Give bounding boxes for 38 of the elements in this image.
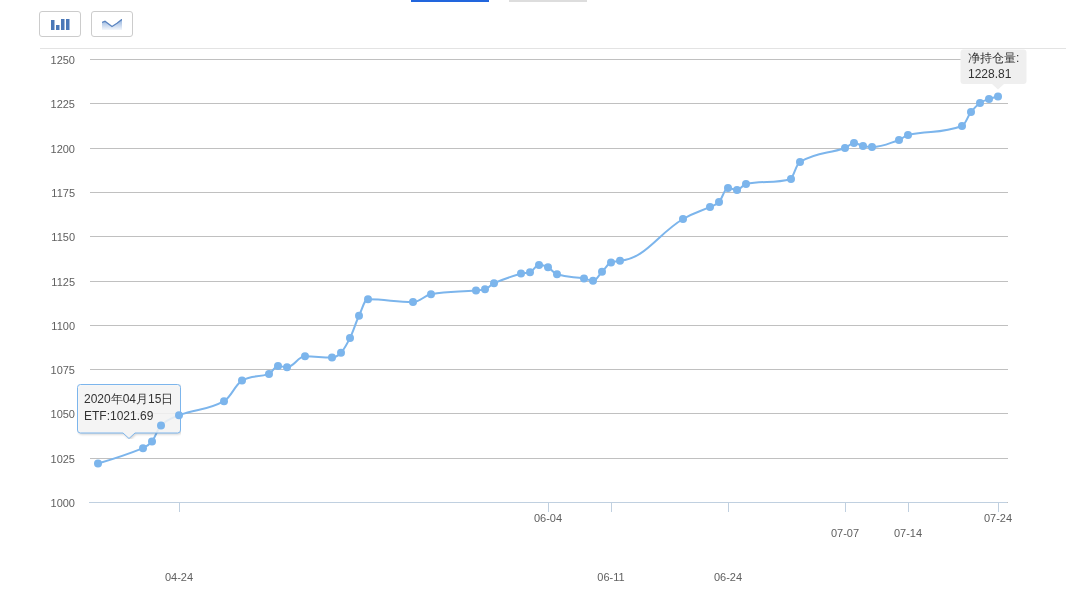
y-axis-label: 1225 bbox=[50, 97, 75, 110]
x-axis-label: 06-11 bbox=[597, 571, 625, 583]
data-point bbox=[787, 174, 795, 183]
bar-chart-icon bbox=[50, 18, 70, 30]
chart-type-button[interactable] bbox=[91, 11, 133, 37]
data-point bbox=[301, 352, 309, 361]
x-axis-label: 07-07 bbox=[830, 526, 860, 539]
tooltip-text: 净持仓量: 1228.81 bbox=[968, 50, 1020, 82]
data-point bbox=[796, 157, 804, 166]
y-axis-label: 1175 bbox=[51, 186, 75, 199]
data-point bbox=[220, 397, 228, 406]
data-point bbox=[364, 295, 372, 304]
data-point bbox=[346, 333, 354, 342]
tooltip-text: 2020年04月15日 ETF:1021.69 bbox=[84, 390, 174, 425]
data-point bbox=[94, 459, 102, 468]
y-axis-label: 1200 bbox=[50, 142, 75, 155]
x-axis-label: 06-24 bbox=[713, 571, 743, 583]
y-axis-label: 1050 bbox=[50, 407, 75, 420]
chart-type-button[interactable] bbox=[39, 11, 81, 37]
data-point bbox=[427, 290, 435, 299]
data-point bbox=[355, 311, 363, 320]
y-axis-label: 1075 bbox=[50, 363, 75, 376]
area-chart-icon bbox=[102, 18, 122, 30]
x-axis-label: 07-24 bbox=[983, 512, 1013, 524]
y-axis-label: 1000 bbox=[50, 496, 75, 509]
x-axis-label: 06-04 bbox=[533, 512, 563, 524]
data-point bbox=[958, 122, 966, 130]
x-axis-label: 07-14 bbox=[893, 526, 923, 539]
data-point bbox=[157, 421, 165, 430]
y-axis-label: 1250 bbox=[50, 53, 75, 66]
y-axis-label: 1150 bbox=[51, 230, 75, 243]
data-point bbox=[409, 298, 417, 307]
data-point bbox=[679, 215, 687, 223]
y-axis-label: 1125 bbox=[51, 275, 75, 288]
x-axis-label: 04-24 bbox=[164, 571, 194, 583]
data-point bbox=[238, 376, 246, 385]
y-axis-label: 1100 bbox=[51, 319, 75, 332]
y-axis-label: 1025 bbox=[50, 452, 75, 465]
